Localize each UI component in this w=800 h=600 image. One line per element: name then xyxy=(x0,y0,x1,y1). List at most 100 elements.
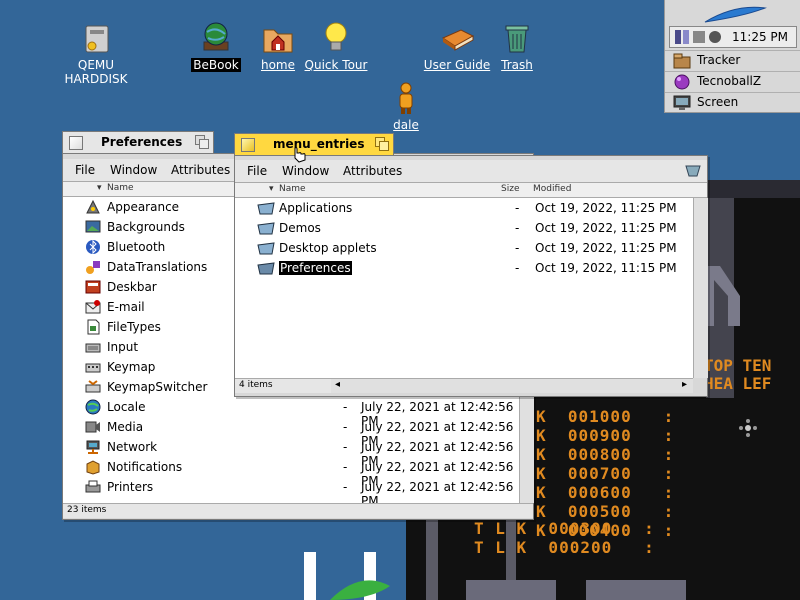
menu-entries-window-tab[interactable]: menu_entries xyxy=(234,133,394,155)
game-score-row: K 000800 : xyxy=(536,445,675,464)
list-item[interactable]: Locale - July 22, 2021 at 12:42:56 PM xyxy=(63,397,519,428)
menu-entries-horizontal-scrollbar[interactable]: ◂ ▸ xyxy=(331,378,693,393)
lightbulb-icon xyxy=(318,20,354,56)
column-name[interactable]: Name xyxy=(107,183,134,193)
filetypes-icon xyxy=(87,319,100,335)
game-score-row: T L K 000300 : xyxy=(474,519,655,538)
tracker-menu-icon[interactable] xyxy=(685,164,701,178)
scroll-right-arrow-icon[interactable]: ▸ xyxy=(682,379,687,390)
list-item[interactable]: Network - July 22, 2021 at 12:42:56 PM xyxy=(63,437,519,468)
list-item[interactable]: Media - July 22, 2021 at 12:42:56 PM xyxy=(63,417,519,448)
item-modified: July 22, 2021 at 12:42:56 PM xyxy=(361,480,514,503)
desktop-icon-quick-tour[interactable]: Quick Tour xyxy=(286,20,386,72)
game-score-row: K 000600 : xyxy=(536,483,675,502)
menu-attributes[interactable]: Attributes xyxy=(171,163,230,177)
menu-window[interactable]: Window xyxy=(110,163,157,177)
game-score-row: T L K 000200 : xyxy=(474,538,655,557)
list-item[interactable]: Desktop applets - Oct 19, 2022, 11:25 PM xyxy=(235,238,693,258)
deskbar-clock[interactable]: 11:25 PM xyxy=(732,30,788,44)
desktop-icon-harddisk[interactable]: QEMU HARDDISK xyxy=(46,20,146,86)
menu-window[interactable]: Window xyxy=(282,164,329,178)
game-score-row: K 000700 : xyxy=(536,464,675,483)
keymap-icon xyxy=(85,363,101,373)
scroll-left-arrow-icon[interactable]: ◂ xyxy=(335,379,340,390)
game-banner-top: TOP TEN xyxy=(704,356,772,375)
item-name: Applications xyxy=(279,201,353,215)
item-size: - xyxy=(343,400,348,414)
haiku-leaf-icon[interactable] xyxy=(665,0,800,26)
item-modified: Oct 19, 2022, 11:15 PM xyxy=(535,261,677,275)
item-size: - xyxy=(515,221,520,235)
item-name: Notifications xyxy=(107,460,183,474)
prefs-window-tab[interactable]: Preferences xyxy=(62,131,214,153)
folder-icon xyxy=(257,202,275,215)
item-name: Locale xyxy=(107,400,146,414)
item-count: 23 items xyxy=(67,505,107,515)
item-name: Preferences xyxy=(279,261,352,275)
menu-attributes[interactable]: Attributes xyxy=(343,164,402,178)
close-icon[interactable] xyxy=(241,138,255,152)
prefs-status-bar: 23 items xyxy=(63,503,533,518)
item-name: Printers xyxy=(107,480,154,494)
appearance-icon xyxy=(86,199,100,214)
desktop-icon-label: dale xyxy=(393,118,419,132)
deskbar: 11:25 PM Tracker TecnoballZ Screen xyxy=(664,0,800,113)
column-name[interactable]: Name xyxy=(279,184,306,194)
item-name: Keymap xyxy=(107,360,156,374)
item-name: KeymapSwitcher xyxy=(107,380,208,394)
item-name: Media xyxy=(107,420,144,434)
item-name: Deskbar xyxy=(107,280,157,294)
desktop-icon-label: Trash xyxy=(501,58,533,72)
deskbar-app-label: Screen xyxy=(697,95,739,109)
desktop-plant-icon xyxy=(304,552,390,600)
zoom-icon[interactable] xyxy=(195,135,209,149)
item-size: - xyxy=(343,420,348,434)
item-size: - xyxy=(343,460,348,474)
zoom-icon[interactable] xyxy=(375,137,389,151)
keymapswitcher-icon xyxy=(85,380,101,393)
item-modified: Oct 19, 2022, 11:25 PM xyxy=(535,201,677,215)
deskbar-app-tecnoballz[interactable]: TecnoballZ xyxy=(665,71,800,91)
close-icon[interactable] xyxy=(69,136,83,150)
deskbar-app-screen[interactable]: Screen xyxy=(665,92,800,112)
game-letter-m-icon xyxy=(700,266,740,326)
desktop-icon-dale[interactable]: dale xyxy=(356,80,456,132)
item-count: 4 items xyxy=(239,380,273,390)
list-item[interactable]: Demos - Oct 19, 2022, 11:25 PM xyxy=(235,218,693,238)
person-icon xyxy=(388,80,424,116)
item-name: Desktop applets xyxy=(279,241,377,255)
deskbar-app-label: Tracker xyxy=(697,53,741,67)
deskbar-tray: 11:25 PM xyxy=(669,26,797,48)
item-name: Input xyxy=(107,340,139,354)
list-item[interactable]: Preferences - Oct 19, 2022, 11:15 PM xyxy=(235,258,693,278)
sort-arrow-icon[interactable]: ▾ xyxy=(269,184,274,194)
folder-icon xyxy=(257,262,275,275)
harddisk-icon xyxy=(78,20,114,56)
list-item[interactable]: Notifications - July 22, 2021 at 12:42:5… xyxy=(63,457,519,488)
backgrounds-icon xyxy=(85,220,101,233)
menu-file[interactable]: File xyxy=(75,163,95,177)
item-name: Network xyxy=(107,440,158,454)
window-title: Preferences xyxy=(101,135,183,149)
folder-icon xyxy=(257,222,275,235)
column-size[interactable]: Size xyxy=(501,184,519,194)
deskbar-app-label: TecnoballZ xyxy=(697,74,762,88)
network-icon xyxy=(86,440,100,454)
item-name: Demos xyxy=(279,221,321,235)
media-icon xyxy=(85,421,100,433)
deskbar-app-tracker[interactable]: Tracker xyxy=(665,50,800,70)
sort-arrow-icon[interactable]: ▾ xyxy=(97,183,102,193)
email-icon xyxy=(85,300,101,314)
menu-file[interactable]: File xyxy=(247,164,267,178)
desktop-icon-trash[interactable]: Trash xyxy=(467,20,567,72)
menu-entries-vertical-scrollbar[interactable] xyxy=(693,198,708,378)
list-item[interactable]: Applications - Oct 19, 2022, 11:25 PM xyxy=(235,198,693,218)
game-score-row: K 001000 : xyxy=(536,407,675,426)
menu-entries-status-bar: 4 items xyxy=(235,378,331,393)
menu-entries-list: Applications - Oct 19, 2022, 11:25 PM De… xyxy=(235,198,693,378)
game-banner-bottom: HEA LEF xyxy=(704,374,772,393)
list-item[interactable]: Printers - July 22, 2021 at 12:42:56 PM xyxy=(63,477,519,503)
tray-icons[interactable] xyxy=(673,28,729,46)
column-modified[interactable]: Modified xyxy=(533,184,571,194)
deskbar-pref-icon xyxy=(85,280,101,294)
